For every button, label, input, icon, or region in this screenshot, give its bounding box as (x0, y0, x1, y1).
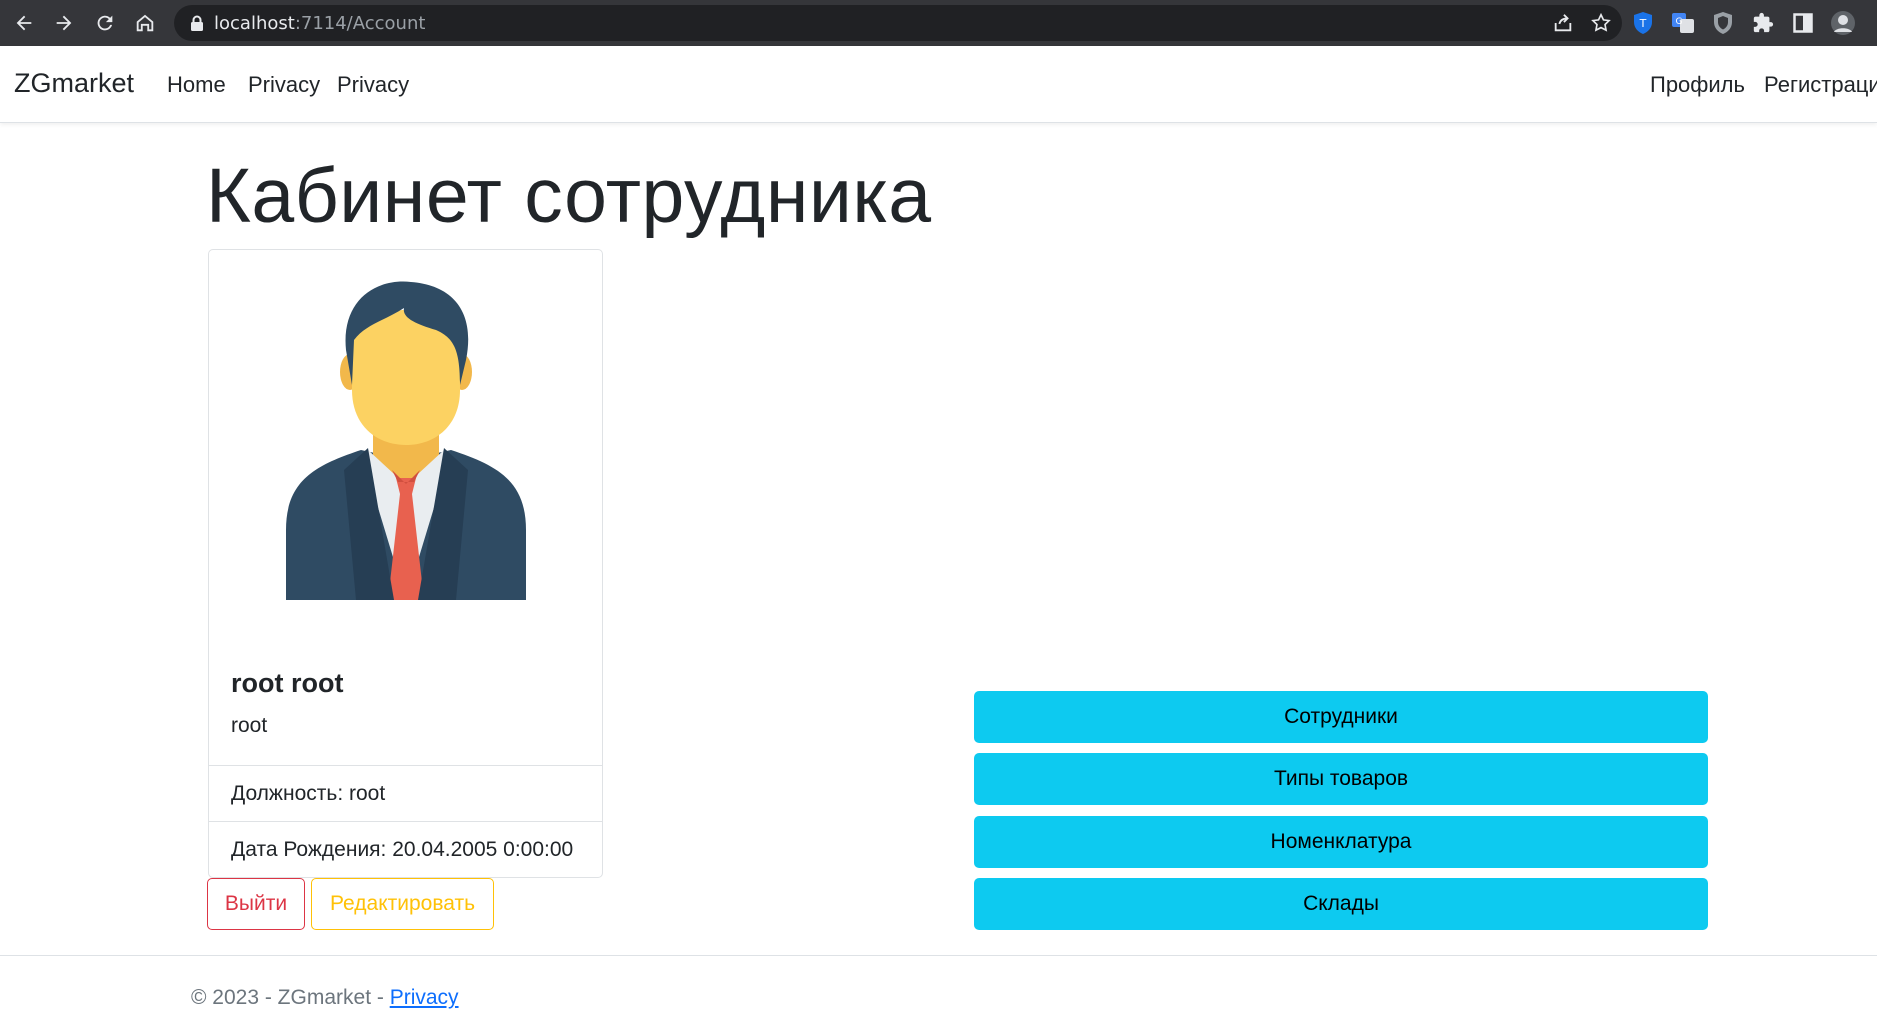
profile-card: root root root Должность: root Дата Рожд… (208, 249, 603, 878)
nav-link-privacy[interactable]: Privacy (248, 72, 320, 98)
nomenclature-button[interactable]: Номенклатура (974, 816, 1708, 868)
translate-icon[interactable]: G (1670, 10, 1696, 36)
extensions-puzzle-icon[interactable] (1750, 10, 1776, 36)
shield-icon[interactable] (1710, 10, 1736, 36)
address-bar[interactable]: localhost:7114/Account (174, 5, 1622, 41)
profile-birth-date: Дата Рождения: 20.04.2005 0:00:00 (209, 821, 602, 877)
site-navbar: ZGmarket Home Privacy Privacy Профиль Ре… (0, 46, 1877, 123)
nav-link-register[interactable]: Регистраци (1764, 72, 1877, 98)
employees-button[interactable]: Сотрудники (974, 691, 1708, 743)
url-path: :7114/Account (294, 12, 426, 34)
edit-button[interactable]: Редактировать (311, 878, 494, 930)
footer-text-wrap: © 2023 - ZGmarket - Privacy (191, 986, 459, 1010)
side-panel-icon[interactable] (1790, 10, 1816, 36)
footer-privacy-link[interactable]: Privacy (390, 986, 459, 1009)
reload-icon[interactable] (85, 0, 125, 46)
extension-shield-t-icon[interactable]: T (1630, 10, 1656, 36)
brand-link[interactable]: ZGmarket (14, 68, 134, 99)
profile-full-name: root root (231, 668, 344, 698)
forward-icon[interactable] (44, 0, 84, 46)
profile-position: Должность: root (209, 765, 602, 821)
svg-text:T: T (1639, 17, 1647, 30)
nav-link-profile[interactable]: Профиль (1650, 72, 1745, 98)
url-host: localhost (214, 12, 295, 34)
profile-avatar-icon[interactable] (1830, 10, 1856, 36)
browser-toolbar: localhost:7114/Account T G (0, 0, 1877, 46)
svg-text:G: G (1676, 17, 1683, 27)
businessman-avatar-icon (285, 281, 526, 600)
warehouses-button[interactable]: Склады (974, 878, 1708, 930)
footer-copyright: © 2023 - ZGmarket - (191, 986, 390, 1009)
page-title: Кабинет сотрудника (206, 153, 932, 239)
logout-button[interactable]: Выйти (207, 878, 305, 930)
share-icon[interactable] (1552, 12, 1574, 34)
footer: © 2023 - ZGmarket - Privacy (0, 955, 1877, 1020)
avatar (209, 280, 602, 600)
nav-link-home[interactable]: Home (167, 72, 226, 98)
lock-icon[interactable] (190, 15, 204, 31)
profile-login: root (231, 714, 268, 737)
product-types-button[interactable]: Типы товаров (974, 753, 1708, 805)
nav-link-privacy-2[interactable]: Privacy (337, 72, 409, 98)
back-icon[interactable] (4, 0, 44, 46)
bookmark-star-icon[interactable] (1590, 12, 1612, 34)
home-icon[interactable] (125, 0, 165, 46)
